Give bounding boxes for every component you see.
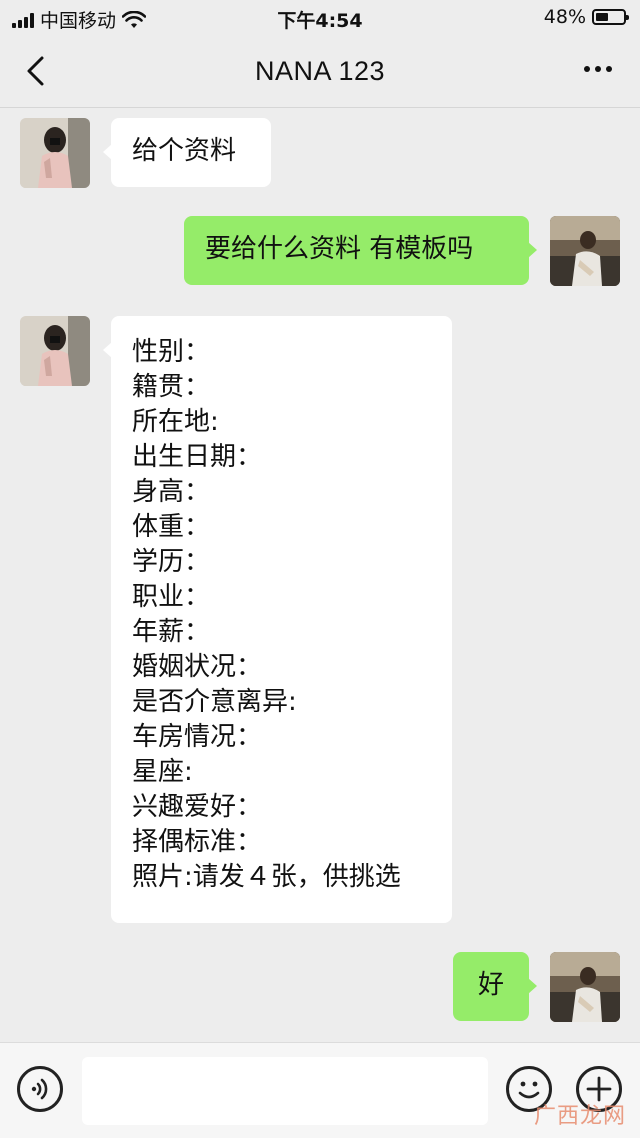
- status-right: 48%: [543, 6, 629, 28]
- form-line: 择偶标准：: [132, 827, 263, 857]
- chat-title: NANA 123: [254, 56, 386, 86]
- voice-icon: [31, 1078, 48, 1100]
- more-button[interactable]: [584, 66, 612, 72]
- form-line: 兴趣爱好：: [132, 792, 263, 822]
- contact-photo: [20, 316, 90, 386]
- message-bubble-in: 性别： 籍贯： 所在地: 出生日期： 身高： 体重： 学历： 职业： 年薪： 婚…: [103, 316, 452, 923]
- my-photo: [550, 952, 620, 1022]
- form-line: 身高：: [132, 477, 211, 507]
- voice-button[interactable]: [17, 1066, 63, 1112]
- my-avatar[interactable]: [550, 216, 620, 286]
- my-avatar[interactable]: [550, 952, 620, 1022]
- battery-fill: [596, 13, 608, 21]
- form-line: 照片:请发４张，供挑选: [132, 862, 401, 892]
- message-bubble-out: 要给什么资料 有模板吗: [184, 216, 537, 285]
- message-bubble-in: 给个资料: [103, 118, 271, 187]
- watermark: 广西龙网: [533, 1104, 626, 1129]
- my-photo: [550, 216, 620, 286]
- input-bar: 广西龙网: [0, 1042, 640, 1138]
- form-line: 体重：: [132, 512, 211, 542]
- message-text: 要给什么资料 有模板吗: [205, 234, 474, 264]
- status-bar: 中国移动 下午4:54 48%: [0, 0, 640, 36]
- form-line: 星座:: [132, 757, 193, 787]
- form-line: 性别：: [132, 337, 211, 367]
- form-line: 职业：: [132, 582, 211, 612]
- message-bubble-out: 好: [453, 952, 537, 1021]
- more-dot: [606, 66, 612, 72]
- form-line: 所在地:: [132, 407, 219, 437]
- form-line: 学历：: [132, 547, 211, 577]
- form-line: 是否介意离异:: [132, 687, 297, 717]
- message-input[interactable]: [82, 1057, 488, 1125]
- contact-avatar[interactable]: [20, 316, 90, 386]
- message-text: 给个资料: [132, 136, 237, 166]
- contact-photo: [20, 118, 90, 188]
- message-text: 好: [477, 970, 504, 1000]
- form-line: 籍贯：: [132, 372, 211, 402]
- contact-avatar[interactable]: [20, 118, 90, 188]
- battery-icon: [592, 9, 629, 25]
- form-line: 出生日期：: [132, 442, 263, 472]
- form-line: 年薪：: [132, 617, 211, 647]
- form-line: 婚姻状况：: [132, 652, 263, 682]
- chat-header: NANA 123: [0, 36, 640, 108]
- more-dot: [595, 66, 601, 72]
- form-line: 车房情况：: [132, 722, 263, 752]
- more-dots-icon: [584, 66, 590, 72]
- battery-percent: 48%: [543, 6, 586, 28]
